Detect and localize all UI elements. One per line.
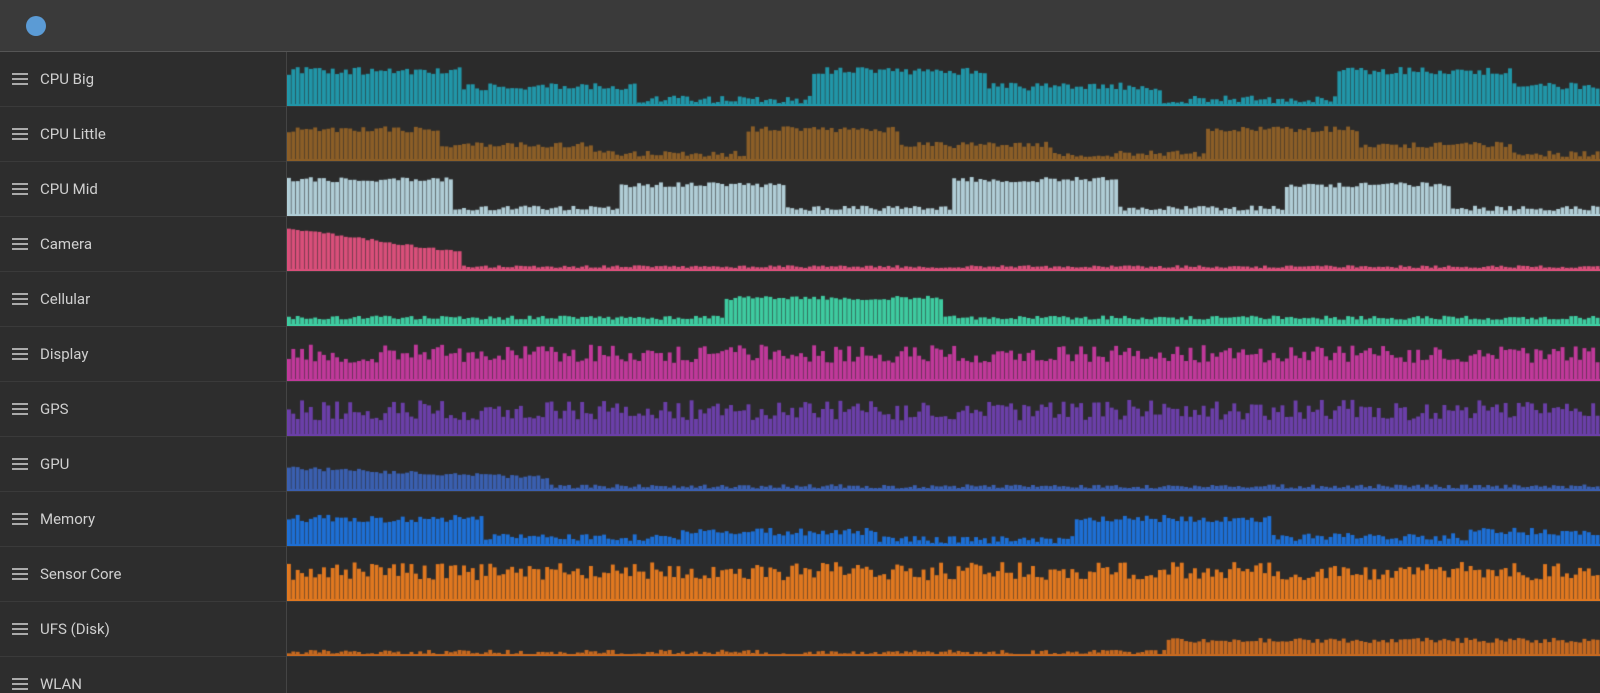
help-icon[interactable] [26,16,46,36]
sidebar-item-wlan[interactable]: WLAN [0,657,286,693]
sidebar-item-cpu-big[interactable]: CPU Big [0,52,286,107]
content: CPU Big CPU Little CPU Mid Camera Cellular Di… [0,52,1600,693]
more-icon[interactable] [1552,22,1560,30]
charts-area [287,52,1600,693]
chart-canvas [287,602,1600,656]
chart-row-sensor-core [287,547,1600,602]
chart-canvas [287,327,1600,381]
hamburger-icon [12,73,28,85]
hamburger-icon [12,623,28,635]
sidebar-label: GPS [40,400,69,418]
sidebar-item-cellular[interactable]: Cellular [0,272,286,327]
chart-canvas [287,492,1600,546]
hamburger-icon [12,183,28,195]
hamburger-icon [12,128,28,140]
chart-canvas [287,217,1600,271]
sidebar-label: CPU Little [40,125,106,143]
sidebar: CPU Big CPU Little CPU Mid Camera Cellular Di… [0,52,287,693]
sidebar-item-ufs-(disk)[interactable]: UFS (Disk) [0,602,286,657]
sidebar-label: Camera [40,235,92,253]
hamburger-icon [12,513,28,525]
header [0,0,1600,52]
chart-canvas [287,547,1600,601]
hamburger-icon [12,293,28,305]
hamburger-icon [12,238,28,250]
chart-canvas [287,272,1600,326]
hamburger-icon [12,458,28,470]
chart-row-memory [287,492,1600,547]
header-right [1552,22,1584,30]
chart-canvas [287,382,1600,436]
chart-row-cellular [287,272,1600,327]
chart-row-camera [287,217,1600,272]
chart-row-cpu-little [287,107,1600,162]
sidebar-item-memory[interactable]: Memory [0,492,286,547]
sidebar-label: Sensor Core [40,565,121,583]
chart-row-gps [287,382,1600,437]
sidebar-item-cpu-little[interactable]: CPU Little [0,107,286,162]
hamburger-icon [12,678,28,690]
chart-row-cpu-mid [287,162,1600,217]
sidebar-item-camera[interactable]: Camera [0,217,286,272]
sidebar-label: GPU [40,455,69,473]
sidebar-label: WLAN [40,675,82,693]
chart-row-gpu [287,437,1600,492]
sidebar-item-display[interactable]: Display [0,327,286,382]
header-left [16,16,46,36]
collapse-icon[interactable] [1576,22,1584,30]
chart-canvas [287,437,1600,491]
sidebar-item-cpu-mid[interactable]: CPU Mid [0,162,286,217]
sidebar-label: CPU Mid [40,180,98,198]
hamburger-icon [12,568,28,580]
sidebar-label: Memory [40,510,95,528]
chart-canvas [287,162,1600,216]
chart-canvas [287,52,1600,106]
sidebar-item-gps[interactable]: GPS [0,382,286,437]
chart-canvas [287,107,1600,161]
sidebar-label: CPU Big [40,70,94,88]
sidebar-label: UFS (Disk) [40,620,110,638]
sidebar-label: Display [40,345,88,363]
chart-row-display [287,327,1600,382]
chart-row-wlan [287,657,1600,693]
chart-canvas [287,657,1600,693]
chart-row-ufs-(disk) [287,602,1600,657]
hamburger-icon [12,403,28,415]
chart-row-cpu-big [287,52,1600,107]
hamburger-icon [12,348,28,360]
sidebar-item-gpu[interactable]: GPU [0,437,286,492]
sidebar-item-sensor-core[interactable]: Sensor Core [0,547,286,602]
sidebar-label: Cellular [40,290,90,308]
